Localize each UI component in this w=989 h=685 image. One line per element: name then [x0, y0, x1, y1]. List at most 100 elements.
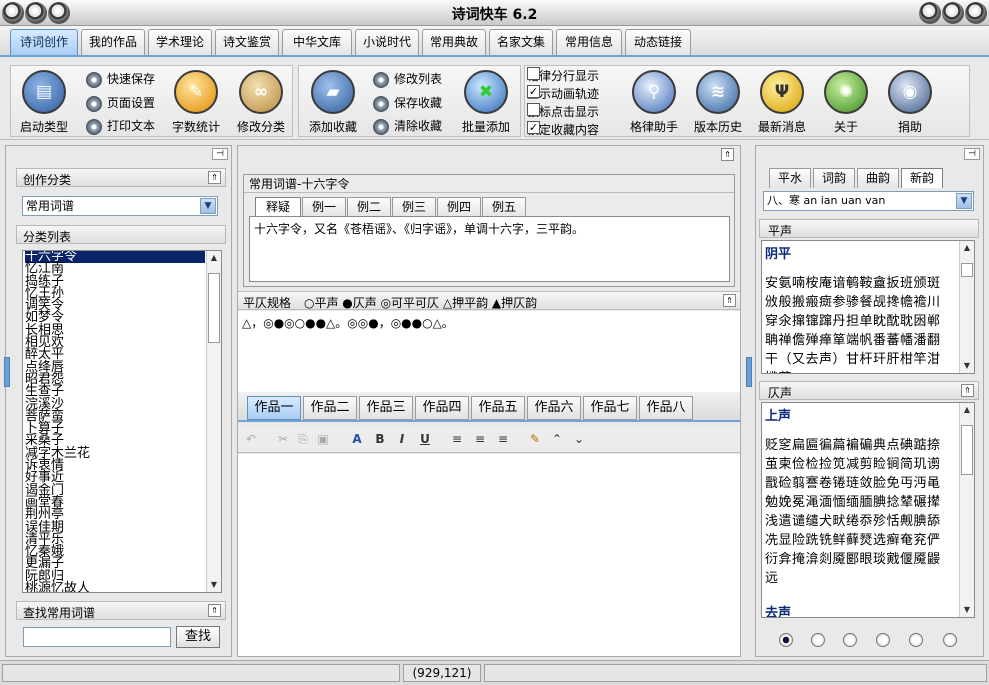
clear-favorite-button[interactable]: 清除收藏	[373, 116, 442, 136]
tab-ciyun[interactable]: 词韵	[813, 168, 855, 188]
rhyme-select[interactable]: 八、寒 an ian uan van ▼	[763, 191, 974, 211]
batch-add-button[interactable]: ✖ 批量添加	[454, 66, 518, 136]
scroll-down-icon[interactable]: ▼	[960, 359, 974, 373]
collapse-icon[interactable]: ⇑	[723, 294, 736, 307]
italic-icon[interactable]: I	[393, 430, 411, 448]
right-splitter[interactable]	[746, 357, 752, 387]
category-select[interactable]: 常用词谱 ▼	[22, 196, 218, 216]
tab-info[interactable]: 常用信息	[556, 29, 622, 55]
rhyme-radio-3[interactable]	[843, 633, 857, 647]
tab-novel[interactable]: 小说时代	[355, 29, 419, 55]
checkbox-line-display[interactable]: 格律分行显示	[527, 67, 599, 85]
checkbox-box[interactable]	[527, 67, 540, 80]
search-button[interactable]: 查找	[176, 626, 220, 648]
save-favorite-button[interactable]: 保存收藏	[373, 93, 442, 113]
tab-work-4[interactable]: 作品四	[415, 396, 469, 420]
list-item[interactable]: 桃源忆故人	[25, 582, 221, 592]
rhyme-radio-5[interactable]	[909, 633, 923, 647]
modify-list-button[interactable]: 修改列表	[373, 69, 442, 89]
tab-links[interactable]: 动态链接	[625, 29, 691, 55]
chevron-down-icon[interactable]: ▼	[200, 198, 216, 214]
scroll-thumb[interactable]	[961, 263, 973, 277]
bold-icon[interactable]: B	[371, 430, 389, 448]
tab-work-7[interactable]: 作品七	[583, 396, 637, 420]
tab-theory[interactable]: 学术理论	[148, 29, 212, 55]
tab-work-3[interactable]: 作品三	[359, 396, 413, 420]
ping-scrollbar[interactable]: ▲ ▼	[959, 241, 974, 373]
align-right-icon[interactable]: ≡	[494, 430, 512, 448]
scroll-thumb[interactable]	[208, 273, 220, 343]
collapse-icon[interactable]: ⇑	[961, 384, 974, 397]
tab-quyun[interactable]: 曲韵	[857, 168, 899, 188]
rhyme-radio-2[interactable]	[811, 633, 825, 647]
start-type-button[interactable]: ▤ 启动类型	[12, 66, 76, 136]
scroll-down-icon[interactable]: ▼	[207, 578, 221, 592]
pin-icon[interactable]: ⊣	[964, 148, 980, 160]
latest-news-button[interactable]: Ψ 最新消息	[750, 66, 814, 136]
meter-helper-button[interactable]: ⚲ 格律助手	[622, 66, 686, 136]
collapse-icon[interactable]: ⇑	[208, 171, 221, 184]
expand-up-icon[interactable]: ⌃	[548, 430, 566, 448]
donate-button[interactable]: ◉ 捐助	[878, 66, 942, 136]
expand-down-icon[interactable]: ⌄	[570, 430, 588, 448]
tab-masters[interactable]: 名家文集	[489, 29, 553, 55]
checkbox-animation[interactable]: ✓ 显示动画轨迹	[527, 85, 599, 103]
modify-category-button[interactable]: ∞ 修改分类	[229, 66, 293, 136]
restore-window-button[interactable]	[942, 2, 964, 24]
pin-icon[interactable]: ⊣	[212, 148, 228, 160]
page-setup-button[interactable]: 页面设置	[86, 93, 155, 113]
version-history-button[interactable]: ≋ 版本历史	[686, 66, 750, 136]
scroll-down-icon[interactable]: ▼	[960, 603, 974, 617]
tab-pingshui[interactable]: 平水	[769, 168, 811, 188]
tab-appreciation[interactable]: 诗文鉴赏	[215, 29, 279, 55]
undo-icon[interactable]: ↶	[242, 430, 260, 448]
ze-scrollbar[interactable]: ▲ ▼	[959, 403, 974, 617]
copy-icon[interactable]: ⎘	[294, 430, 312, 448]
tab-example-2[interactable]: 例二	[347, 197, 391, 217]
tab-explain[interactable]: 释疑	[255, 197, 301, 217]
exit-window-button[interactable]	[965, 2, 987, 24]
tab-poetry-create[interactable]: 诗词创作	[10, 29, 78, 55]
tab-library[interactable]: 中华文库	[282, 29, 352, 55]
tab-example-1[interactable]: 例一	[302, 197, 346, 217]
rhyme-radio-1[interactable]	[779, 633, 793, 647]
checkbox-box[interactable]: ✓	[527, 121, 540, 134]
help-window-button[interactable]	[919, 2, 941, 24]
tab-work-2[interactable]: 作品二	[303, 396, 357, 420]
chevron-down-icon[interactable]: ▼	[956, 193, 972, 209]
align-center-icon[interactable]: ≡	[471, 430, 489, 448]
paste-icon[interactable]: ▣	[314, 430, 332, 448]
collapse-icon[interactable]: ⇑	[721, 148, 734, 161]
tab-work-6[interactable]: 作品六	[527, 396, 581, 420]
search-input[interactable]	[23, 627, 171, 647]
tab-my-works[interactable]: 我的作品	[81, 29, 145, 55]
word-count-button[interactable]: ✎ 字数统计	[164, 66, 228, 136]
about-button[interactable]: ✺ 关于	[814, 66, 878, 136]
tab-example-5[interactable]: 例五	[482, 197, 526, 217]
list-scrollbar[interactable]: ▲ ▼	[206, 251, 221, 592]
checkbox-lock-favorite[interactable]: ✓ 锁定收藏内容	[527, 121, 599, 139]
checkbox-box[interactable]: ✓	[527, 85, 540, 98]
scroll-up-icon[interactable]: ▲	[960, 241, 974, 255]
collapse-icon[interactable]: ⇑	[208, 604, 221, 617]
tab-allusions[interactable]: 常用典故	[422, 29, 486, 55]
cut-icon[interactable]: ✂	[274, 430, 292, 448]
tab-example-4[interactable]: 例四	[437, 197, 481, 217]
rhyme-radio-6[interactable]	[943, 633, 957, 647]
tab-work-1[interactable]: 作品一	[247, 396, 301, 420]
scroll-up-icon[interactable]: ▲	[960, 403, 974, 417]
tab-work-8[interactable]: 作品八	[639, 396, 693, 420]
scroll-thumb[interactable]	[961, 425, 973, 475]
tab-work-5[interactable]: 作品五	[471, 396, 525, 420]
format-icon[interactable]: ✎	[526, 430, 544, 448]
left-splitter[interactable]	[4, 357, 10, 387]
tab-xinyun[interactable]: 新韵	[901, 168, 943, 188]
category-list[interactable]: 十六字令 忆江南 捣练子 忆王孙 调笑令 如梦令 长相思 相见欢 醉太平 点绛唇 昭君怨 生查子 浣溪沙…	[22, 250, 222, 593]
font-color-icon[interactable]: A	[348, 430, 366, 448]
work-editor[interactable]	[238, 454, 740, 656]
add-favorite-button[interactable]: ▰ 添加收藏	[301, 66, 365, 136]
tab-example-3[interactable]: 例三	[392, 197, 436, 217]
align-left-icon[interactable]: ≡	[448, 430, 466, 448]
checkbox-click-display[interactable]: 鼠标点击显示	[527, 103, 599, 121]
print-text-button[interactable]: 打印文本	[86, 116, 155, 136]
